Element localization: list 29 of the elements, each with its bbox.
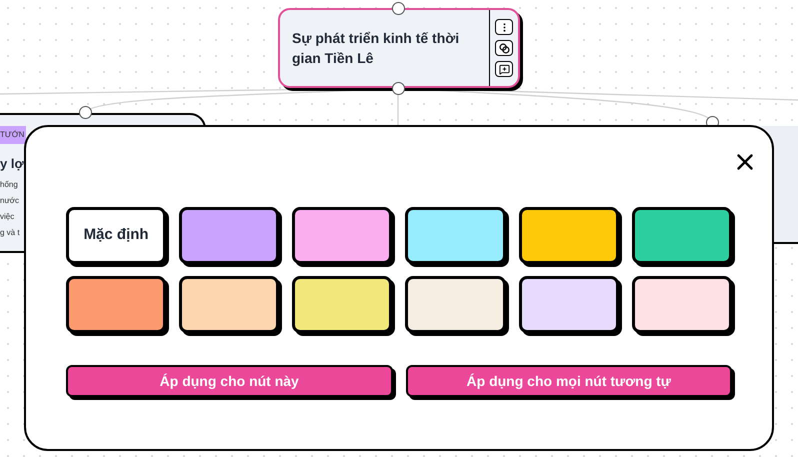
overlapping-circles-icon <box>498 42 510 54</box>
color-swatch[interactable] <box>405 207 506 264</box>
connection-handle[interactable] <box>79 106 92 119</box>
color-swatch[interactable] <box>179 207 280 264</box>
default-color-option[interactable]: Mặc định <box>66 207 166 264</box>
color-swatch[interactable] <box>518 207 619 264</box>
node-text: hống <box>0 179 18 191</box>
node-text: việc <box>0 211 14 223</box>
color-swatch[interactable] <box>292 276 392 333</box>
central-node[interactable]: Sự phát triển kinh tế thời gian Tiền Lê <box>278 8 520 88</box>
color-swatch[interactable] <box>405 276 506 333</box>
message-plus-icon <box>498 64 510 74</box>
node-title: Sự phát triển kinh tế thời gian Tiền Lê <box>292 29 460 68</box>
color-swatch[interactable] <box>632 207 732 264</box>
color-swatch[interactable] <box>518 276 619 333</box>
color-swatch[interactable] <box>66 276 166 333</box>
color-swatch[interactable] <box>292 207 392 264</box>
more-button[interactable] <box>495 19 513 35</box>
connection-handle[interactable] <box>392 2 405 15</box>
node-text: g và t <box>0 227 20 239</box>
add-comment-button[interactable] <box>495 61 513 77</box>
node-title: y lợ <box>0 155 24 173</box>
node-text: nước <box>0 195 20 207</box>
style-button[interactable] <box>495 40 513 56</box>
apply-button[interactable]: Áp dụng cho mọi nút tương tự <box>406 365 732 397</box>
node-tag: TƯỚN <box>0 126 26 144</box>
color-swatch[interactable] <box>632 276 732 333</box>
connection-handle[interactable] <box>392 82 405 95</box>
color-swatch[interactable] <box>179 276 280 333</box>
